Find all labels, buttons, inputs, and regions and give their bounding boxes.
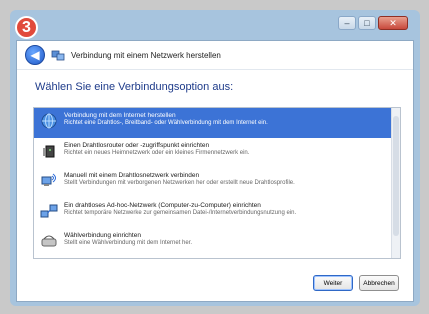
option-description: Richtet eine Drahtlos-, Breitband- oder … bbox=[64, 120, 268, 126]
dialog-buttons: Weiter Abbrechen bbox=[313, 275, 399, 291]
option-dialup[interactable]: Wählverbindung einrichten Stellt eine Wä… bbox=[34, 228, 400, 258]
dialog-frame: 3 – □ ✕ ◀ Verbindung mit einem Netzwerk … bbox=[10, 10, 420, 306]
next-button[interactable]: Weiter bbox=[313, 275, 353, 291]
connection-options-list: Verbindung mit dem Internet herstellen R… bbox=[33, 107, 401, 259]
scrollbar-thumb[interactable] bbox=[393, 116, 399, 236]
option-description: Stellt eine Wählverbindung mit dem Inter… bbox=[64, 240, 193, 246]
option-title: Einen Drahtlosrouter oder -zugriffspunkt… bbox=[64, 142, 210, 149]
option-title: Verbindung mit dem Internet herstellen bbox=[64, 112, 176, 119]
router-icon bbox=[40, 142, 58, 160]
option-internet[interactable]: Verbindung mit dem Internet herstellen R… bbox=[34, 108, 400, 138]
option-wireless-manual[interactable]: Manuell mit einem Drahtlosnetzwerk verbi… bbox=[34, 168, 400, 198]
close-button[interactable]: ✕ bbox=[378, 16, 408, 30]
window-title: Verbindung mit einem Netzwerk herstellen bbox=[71, 50, 221, 60]
adhoc-network-icon bbox=[40, 202, 58, 220]
step-badge: 3 bbox=[15, 16, 38, 39]
option-title: Wählverbindung einrichten bbox=[64, 232, 141, 239]
option-title: Manuell mit einem Drahtlosnetzwerk verbi… bbox=[64, 172, 200, 179]
back-button[interactable]: ◀ bbox=[25, 45, 45, 65]
option-router[interactable]: Einen Drahtlosrouter oder -zugriffspunkt… bbox=[34, 138, 400, 168]
back-arrow-icon: ◀ bbox=[30, 48, 40, 62]
option-description: Stellt Verbindungen mit verborgenen Netz… bbox=[64, 180, 295, 186]
wireless-network-icon bbox=[40, 172, 58, 190]
network-wizard-icon bbox=[51, 48, 65, 62]
navigation-bar: ◀ Verbindung mit einem Netzwerk herstell… bbox=[17, 41, 413, 70]
option-description: Richtet temporäre Netzwerke zur gemeinsa… bbox=[64, 210, 297, 216]
wizard-window: ◀ Verbindung mit einem Netzwerk herstell… bbox=[16, 40, 414, 302]
list-scrollbar[interactable] bbox=[391, 108, 400, 258]
option-description: Richtet ein neues Heimnetzwerk oder ein … bbox=[64, 150, 250, 156]
globe-icon bbox=[40, 112, 58, 130]
page-heading: Wählen Sie eine Verbindungsoption aus: bbox=[35, 81, 234, 93]
option-title: Ein drahtloses Ad-hoc-Netzwerk (Computer… bbox=[64, 202, 261, 209]
cancel-button[interactable]: Abbrechen bbox=[359, 275, 399, 291]
window-controls: – □ ✕ bbox=[338, 16, 408, 30]
modem-icon bbox=[40, 232, 58, 250]
minimize-button[interactable]: – bbox=[338, 16, 356, 30]
option-adhoc[interactable]: Ein drahtloses Ad-hoc-Netzwerk (Computer… bbox=[34, 198, 400, 228]
maximize-button[interactable]: □ bbox=[358, 16, 376, 30]
